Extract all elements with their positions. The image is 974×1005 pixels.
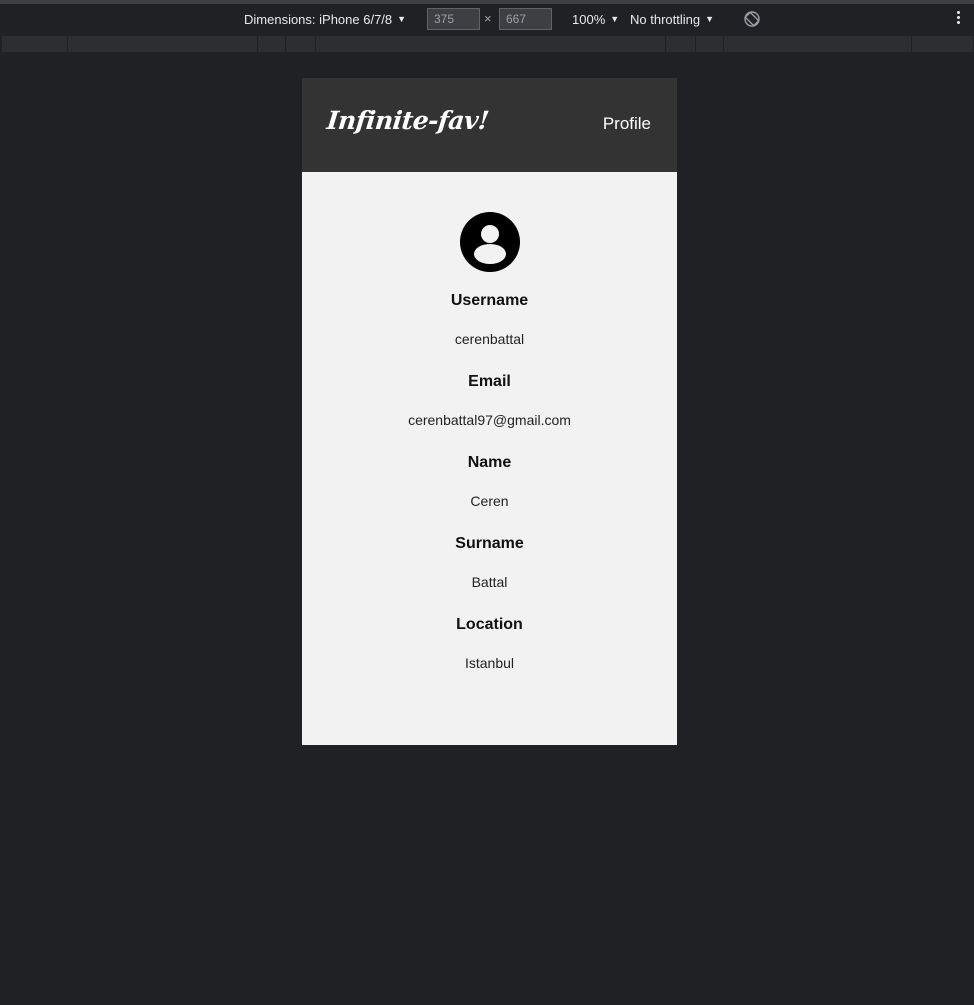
zoom-select-caret-icon: ▼	[610, 14, 620, 24]
device-select-caret-icon: ▼	[397, 14, 407, 24]
username-label: Username	[450, 292, 529, 309]
surname-value: Battal	[471, 574, 508, 590]
device-select-label: Dimensions: iPhone 6/7/8	[244, 11, 393, 27]
nav-link-profile[interactable]: Profile	[603, 114, 651, 134]
name-label: Name	[467, 454, 512, 471]
dimensions-times-symbol: ×	[484, 11, 492, 26]
navbar: Infinite-fav! Profile	[302, 78, 677, 172]
location-value: Istanbul	[464, 655, 515, 671]
height-input[interactable]: 667	[499, 8, 552, 30]
device-toolbar: Dimensions: iPhone 6/7/8 ▼ 375 × 667 100…	[0, 4, 974, 34]
throttling-select-caret-icon: ▼	[705, 14, 715, 24]
location-label: Location	[456, 616, 523, 633]
ruler-segment[interactable]	[724, 36, 912, 52]
zoom-select[interactable]: 100% ▼	[572, 4, 619, 34]
email-value: cerenbattal97@gmail.com	[408, 412, 571, 428]
width-input[interactable]: 375	[427, 8, 480, 30]
device-viewport: Infinite-fav! Profile Username cerenbatt…	[302, 78, 677, 745]
device-select[interactable]: Dimensions: iPhone 6/7/8 ▼	[244, 4, 406, 34]
name-value: Ceren	[470, 493, 509, 509]
username-value: cerenbattal	[454, 331, 525, 347]
brand-logo[interactable]: Infinite-fav!	[325, 106, 490, 135]
user-avatar-icon	[460, 212, 520, 272]
ruler-segment[interactable]	[258, 36, 286, 52]
throttling-select-label: No throttling	[630, 11, 701, 27]
ruler-segment[interactable]	[316, 36, 666, 52]
zoom-select-label: 100%	[572, 11, 606, 27]
ruler-segment[interactable]	[666, 36, 696, 52]
throttling-select[interactable]: No throttling ▼	[630, 4, 714, 34]
ruler-segment[interactable]	[2, 36, 68, 52]
email-label: Email	[468, 373, 511, 390]
ruler-segment[interactable]	[912, 36, 974, 52]
ruler-segment[interactable]	[696, 36, 724, 52]
rotate-icon[interactable]	[743, 10, 761, 28]
surname-label: Surname	[455, 535, 524, 552]
media-query-ruler	[0, 35, 974, 53]
more-options-icon[interactable]	[955, 9, 961, 29]
ruler-segment[interactable]	[68, 36, 258, 52]
ruler-segment[interactable]	[286, 36, 316, 52]
